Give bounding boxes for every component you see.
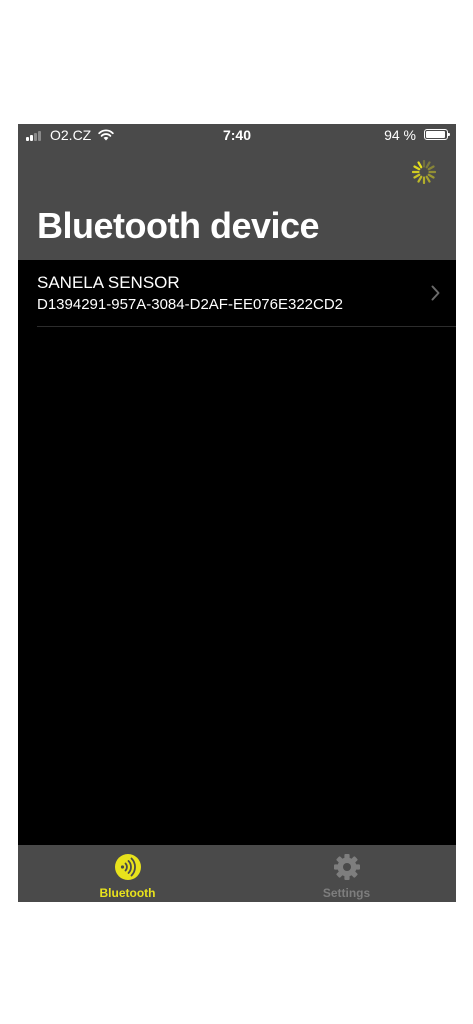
battery-percentage: 94 % — [384, 127, 416, 143]
device-identifier: D1394291-957A-3084-D2AF-EE076E322CD2 — [37, 296, 344, 313]
chevron-right-icon — [431, 285, 440, 301]
navigation-header: O2.CZ 7:40 94 % Bluetooth device — [18, 124, 456, 260]
status-bar: O2.CZ 7:40 94 % — [18, 124, 456, 146]
tab-label-settings: Settings — [322, 886, 371, 900]
tab-settings[interactable]: Settings — [237, 845, 456, 902]
device-list: SANELA SENSOR D1394291-957A-3084-D2AF-EE… — [18, 260, 456, 327]
app-screen: O2.CZ 7:40 94 % Bluetooth device SANELA … — [18, 124, 456, 902]
tab-bar: Bluetooth Settings — [18, 845, 456, 902]
gear-icon — [334, 854, 360, 880]
device-row-sanela-sensor[interactable]: SANELA SENSOR D1394291-957A-3084-D2AF-EE… — [18, 260, 456, 327]
page-title: Bluetooth device — [37, 205, 320, 246]
bluetooth-signal-icon — [115, 854, 141, 880]
tab-bluetooth[interactable]: Bluetooth — [18, 845, 237, 902]
spinner-icon — [412, 160, 436, 184]
tab-label-bluetooth: Bluetooth — [99, 886, 156, 900]
battery-icon — [424, 129, 450, 140]
device-name: SANELA SENSOR — [37, 273, 180, 292]
row-divider — [37, 326, 456, 327]
